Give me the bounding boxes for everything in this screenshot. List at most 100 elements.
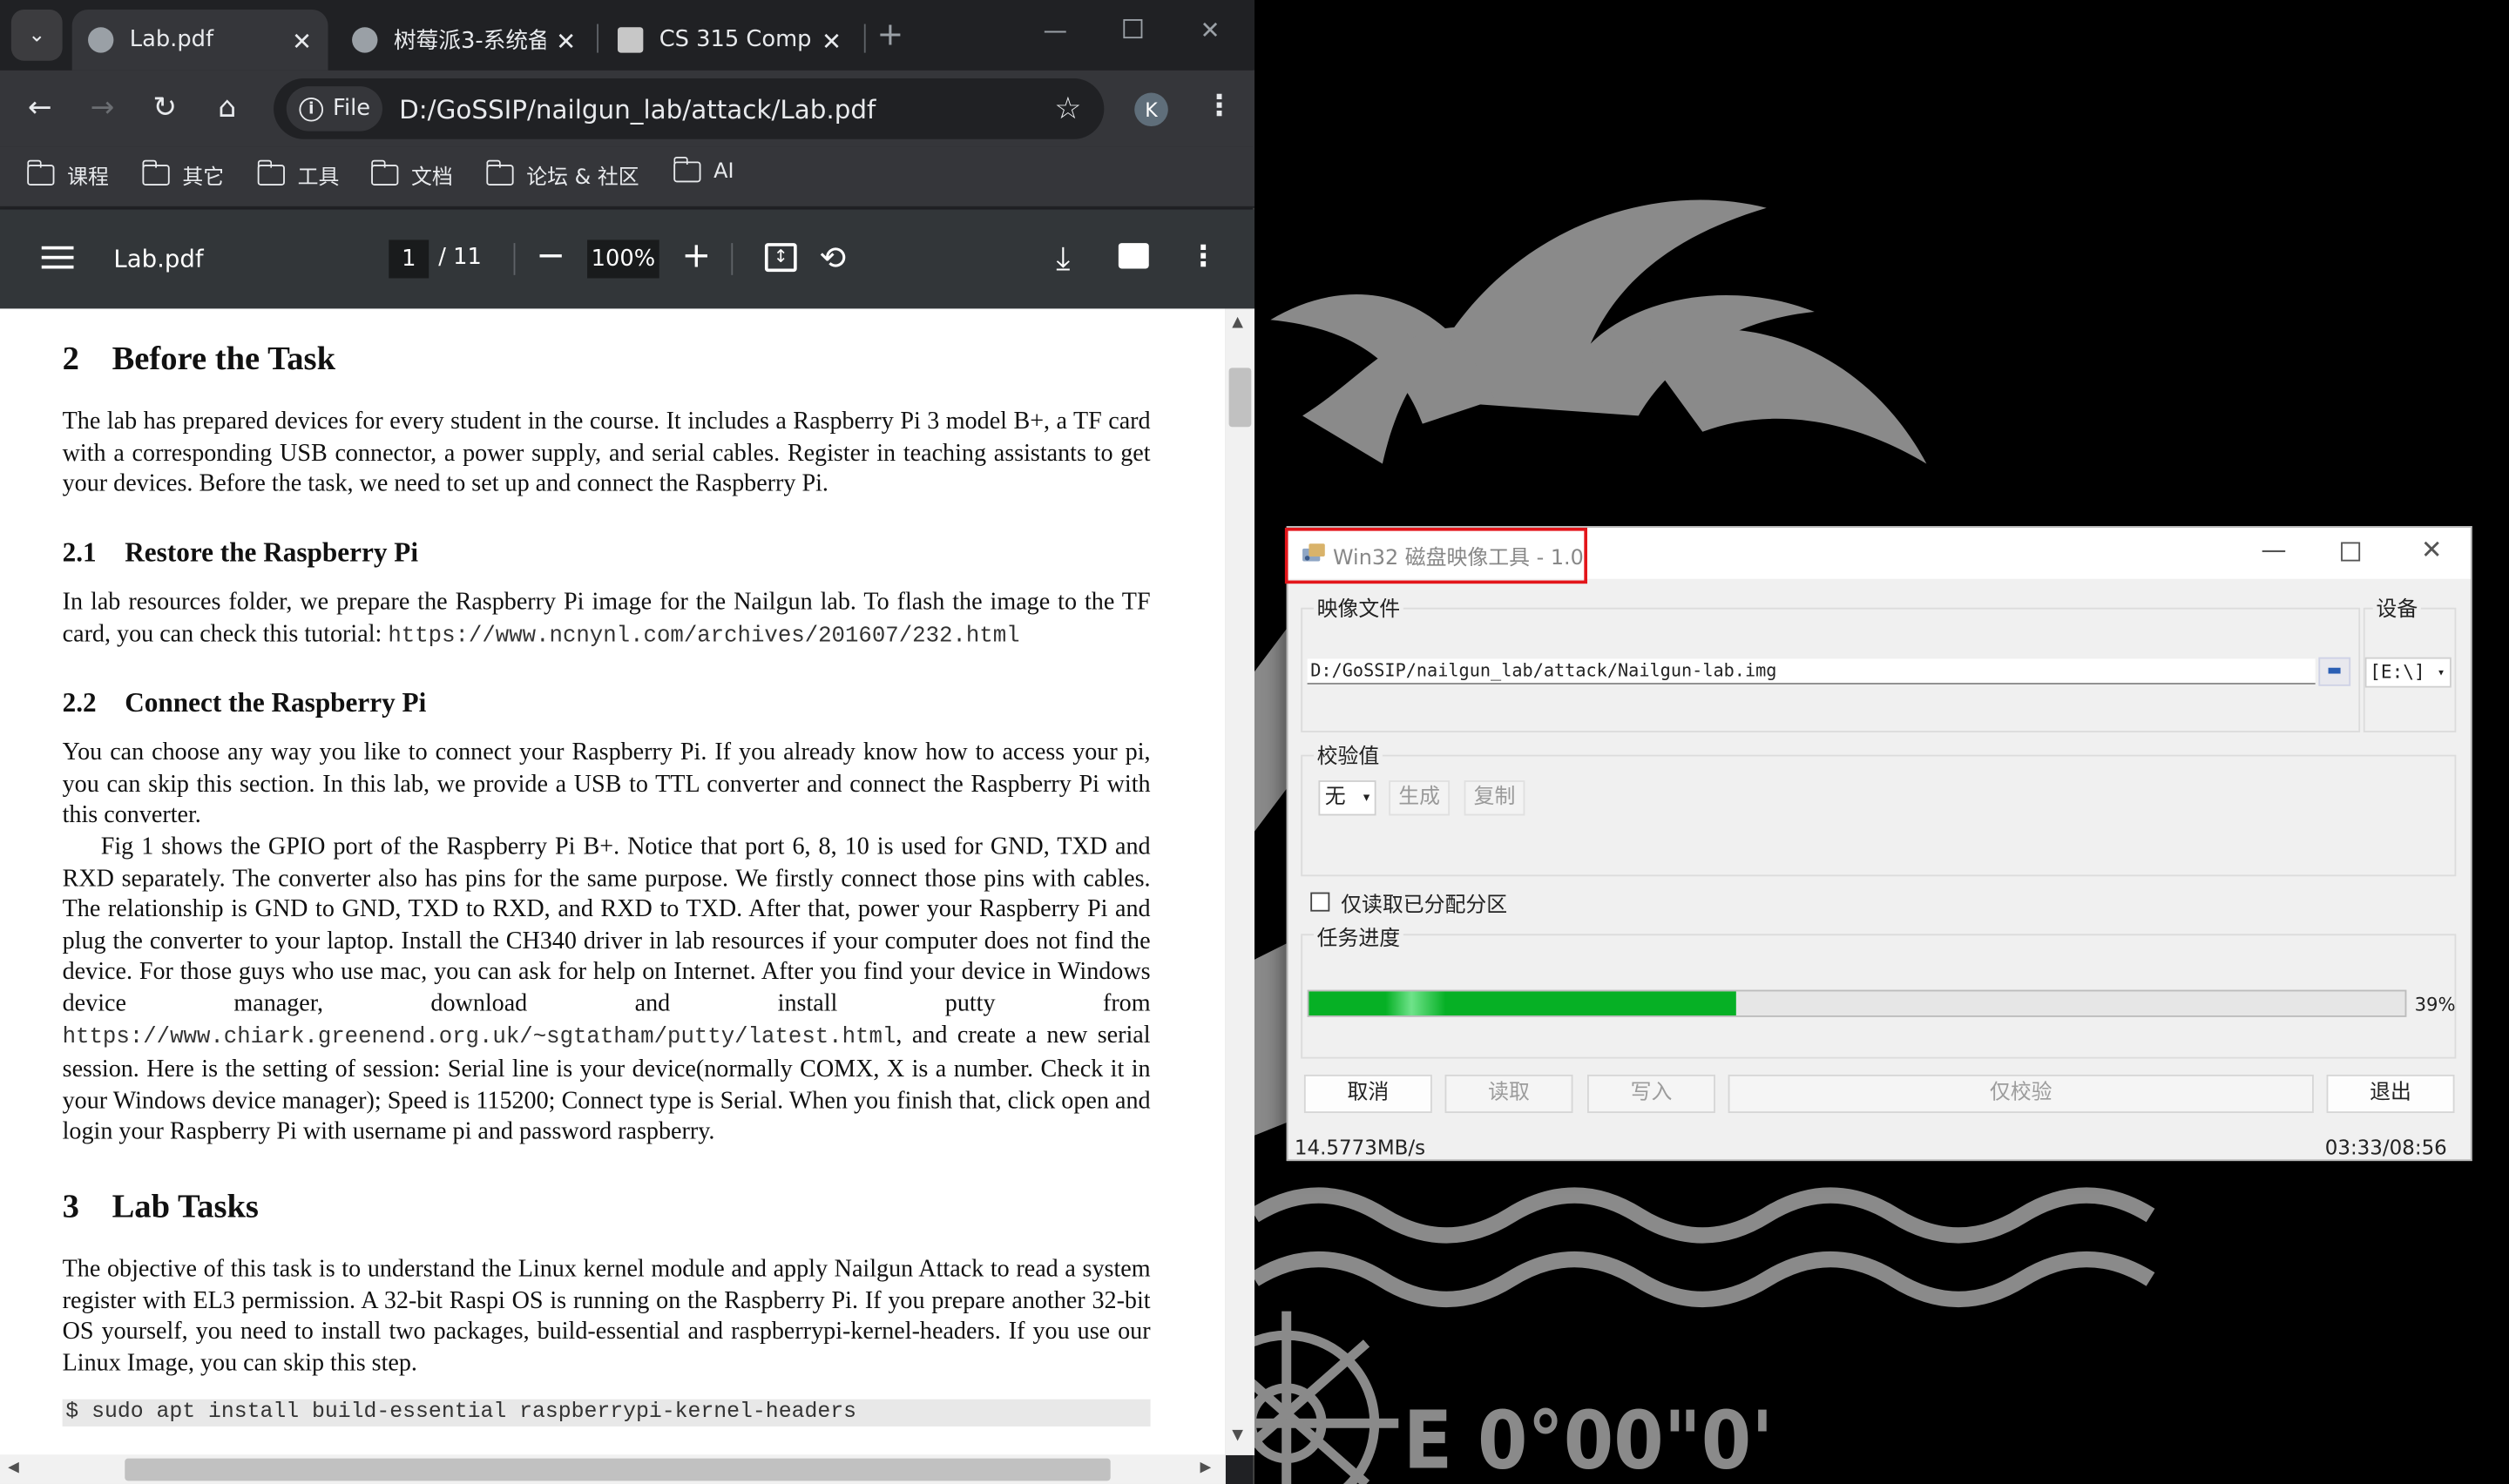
bookmark-folder-other[interactable]: 其它 <box>141 159 225 191</box>
close-tab-icon[interactable]: ✕ <box>822 27 842 56</box>
back-arrow-icon[interactable]: ← <box>21 90 59 128</box>
site-info-chip[interactable]: i File <box>286 86 383 132</box>
verify-only-button[interactable]: 仅校验 <box>1728 1074 2314 1113</box>
tab-cs315[interactable]: CS 315 Computer ✕ <box>602 10 858 71</box>
close-window-icon[interactable]: ✕ <box>1200 16 1221 44</box>
tab-lab-pdf[interactable]: Lab.pdf ✕ <box>71 10 328 71</box>
maximize-icon[interactable] <box>1123 19 1143 39</box>
pdf-page-view[interactable]: 2 Before the Task The lab has prepared de… <box>0 308 1226 1455</box>
folder-icon <box>673 156 701 183</box>
download-icon[interactable]: ⤓ <box>1056 237 1070 279</box>
rotate-icon[interactable]: ⟲ <box>819 237 846 279</box>
bookmark-label: 论坛 & 社区 <box>526 165 639 191</box>
cancel-button[interactable]: 取消 <box>1303 1074 1432 1113</box>
address-bar[interactable]: i File D:/GoSSIP/nailgun_lab/attack/Lab.… <box>274 78 1105 139</box>
putty-link[interactable]: https://www.chiark.greenend.org.uk/~sgta… <box>63 1024 896 1049</box>
horizontal-scroll-thumb[interactable] <box>125 1458 1111 1481</box>
bookmark-folder-tools[interactable]: 工具 <box>256 159 339 191</box>
dropdown-arrow-icon: ▾ <box>1363 790 1370 805</box>
pdf-toolbar: Lab.pdf 1 / 11 − 100% + ↕ ⟲ ⤓ ⋮ <box>0 209 1254 309</box>
fit-page-icon[interactable]: ↕ <box>764 243 797 273</box>
zoom-in-icon[interactable]: + <box>681 237 711 279</box>
more-actions-icon[interactable]: ⋮ <box>1189 237 1218 279</box>
section-2-1-paragraph: In lab resources folder, we prepare the … <box>62 588 1151 649</box>
info-icon: i <box>299 97 324 121</box>
bookmark-folder-forums[interactable]: 论坛 & 社区 <box>485 159 639 191</box>
progress-label: 任务进度 <box>1313 921 1403 952</box>
star-bookmark-icon[interactable]: ☆ <box>1054 91 1081 126</box>
section-2-2-heading: 2.2 Connect the Raspberry Pi <box>62 687 427 718</box>
scroll-down-arrow-icon[interactable]: ▼ <box>1232 1428 1243 1444</box>
hash-type-select[interactable]: 无 ▾ <box>1318 780 1376 816</box>
vertical-scroll-thumb[interactable] <box>1228 368 1252 428</box>
tab-separator <box>597 24 599 53</box>
section-2-2-paragraph-2: Fig 1 shows the GPIO port of the Raspber… <box>62 833 1151 1146</box>
copy-hash-button[interactable]: 复制 <box>1464 780 1525 816</box>
imager-maximize-icon[interactable] <box>2341 542 2361 562</box>
vertical-scrollbar[interactable]: ▲ ▼ <box>1225 308 1254 1455</box>
progress-bar-fill <box>1309 991 1737 1015</box>
scroll-up-arrow-icon[interactable]: ▲ <box>1232 315 1243 331</box>
device-select[interactable]: [E:\] ▾ <box>2364 657 2452 688</box>
site-favicon-icon <box>617 27 644 53</box>
home-icon[interactable]: ⌂ <box>208 90 247 128</box>
transfer-speed: 14.5773MB/s <box>1294 1135 1426 1160</box>
image-path-input[interactable]: D:/GoSSIP/nailgun_lab/attack/Nailgun-lab… <box>1307 658 2316 685</box>
hash-label: 校验值 <box>1313 739 1383 770</box>
print-icon[interactable] <box>1118 243 1149 269</box>
hamburger-menu-icon[interactable] <box>41 246 74 275</box>
imager-close-icon[interactable]: ✕ <box>2421 534 2443 564</box>
tab-label: CS 315 Computer <box>659 27 812 53</box>
generate-hash-button[interactable]: 生成 <box>1389 780 1451 816</box>
read-only-allocated-label: 仅读取已分配分区 <box>1341 894 1508 918</box>
scroll-right-arrow-icon[interactable]: ▶ <box>1200 1460 1212 1475</box>
chevron-down-icon: ⌄ <box>28 23 46 48</box>
bookmark-label: 其它 <box>182 165 225 191</box>
browse-folder-icon[interactable]: ▬ <box>2318 657 2351 686</box>
profile-avatar[interactable]: K <box>1134 92 1168 127</box>
tab-strip: ⌄ Lab.pdf ✕ 树莓派3-系统备份 ✕ CS 315 Computer … <box>0 0 1254 71</box>
hash-value: 无 <box>1324 785 1346 810</box>
browser-menu-icon[interactable]: ⋮ <box>1205 90 1234 124</box>
bookmark-label: 课程 <box>67 165 109 191</box>
section-3-paragraph: The objective of this task is to underst… <box>62 1255 1151 1377</box>
bookmark-folder-ai[interactable]: AI <box>673 156 734 185</box>
toolbar-divider <box>731 243 734 275</box>
bookmark-label: AI <box>713 159 734 185</box>
imager-minimize-icon[interactable]: — <box>2261 534 2286 564</box>
toolbar-divider <box>513 243 516 275</box>
image-file-label: 映像文件 <box>1313 591 1403 623</box>
device-value: [E:\] <box>2370 660 2425 684</box>
zoom-input[interactable]: 100% <box>587 239 659 279</box>
read-button[interactable]: 读取 <box>1444 1074 1573 1113</box>
bookmarks-bar: 课程 其它 工具 文档 论坛 & 社区 AI <box>0 146 1254 208</box>
folder-icon <box>26 159 55 186</box>
exit-button[interactable]: 退出 <box>2326 1074 2455 1113</box>
bookmark-folder-docs[interactable]: 文档 <box>370 159 453 191</box>
globe-icon <box>88 27 114 53</box>
zoom-out-icon[interactable]: − <box>536 237 565 279</box>
minimize-icon[interactable]: — <box>1044 16 1068 44</box>
url-text[interactable]: D:/GoSSIP/nailgun_lab/attack/Lab.pdf <box>399 93 876 124</box>
win32-disk-imager-window: Win32 磁盘映像工具 - 1.0 — ✕ 映像文件 D:/GoSSIP/na… <box>1284 526 2472 1162</box>
folder-icon <box>256 159 285 186</box>
tab-raspberry-backup[interactable]: 树莓派3-系统备份 ✕ <box>336 10 592 71</box>
tab-separator <box>863 24 866 53</box>
scroll-left-arrow-icon[interactable]: ◀ <box>8 1460 19 1475</box>
close-tab-icon[interactable]: ✕ <box>556 27 576 56</box>
section-2-2-paragraph-1: You can choose any way you like to conne… <box>62 739 1151 829</box>
reload-icon[interactable]: ↻ <box>145 90 184 128</box>
tab-search-button[interactable]: ⌄ <box>10 10 63 61</box>
section-2-heading: 2 Before the Task <box>62 339 336 378</box>
write-button[interactable]: 写入 <box>1587 1074 1715 1113</box>
read-only-allocated-checkbox[interactable] <box>1310 892 1330 912</box>
horizontal-scrollbar[interactable]: ◀ ▶ <box>0 1454 1226 1484</box>
forward-arrow-icon[interactable]: → <box>84 90 122 128</box>
code-block: $ sudo apt install build-essential raspb… <box>62 1399 1151 1427</box>
new-tab-button[interactable]: + <box>877 15 904 53</box>
globe-icon <box>352 27 378 53</box>
page-number-input[interactable]: 1 <box>389 239 429 279</box>
bookmark-folder-courses[interactable]: 课程 <box>26 159 109 191</box>
tutorial-link[interactable]: https://www.ncnynl.com/archives/201607/2… <box>388 623 1019 648</box>
close-tab-icon[interactable]: ✕ <box>292 27 312 56</box>
